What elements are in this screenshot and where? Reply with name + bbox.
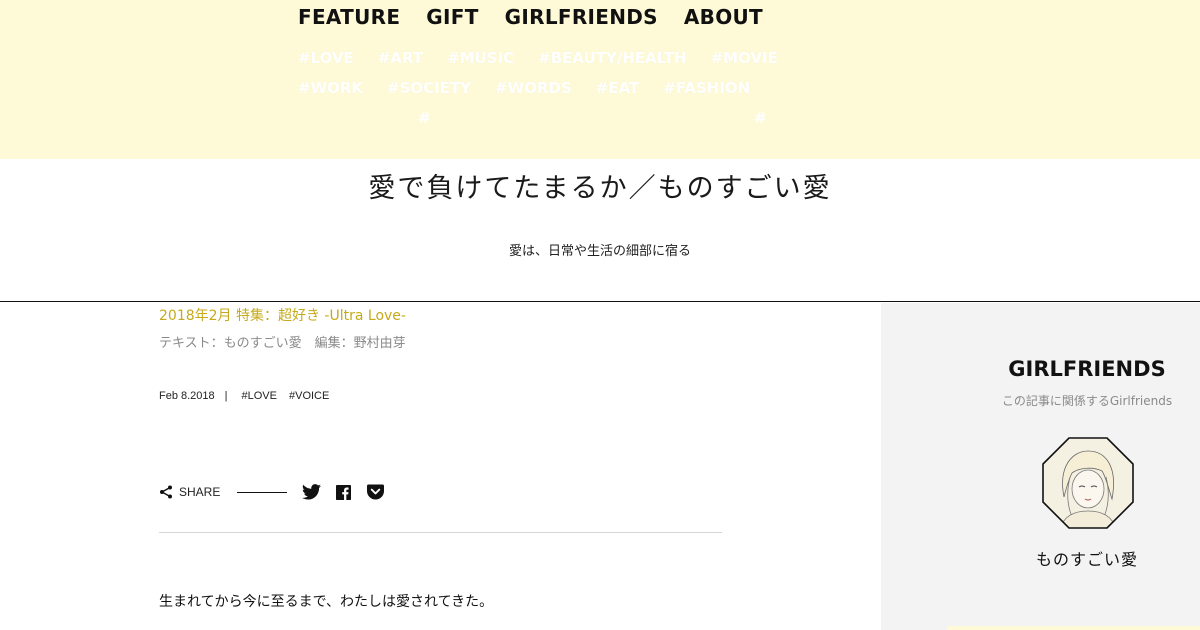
nav-gift[interactable]: GIFT: [426, 4, 478, 30]
pocket-icon: [366, 484, 384, 500]
share-icon: [160, 485, 172, 499]
nav-girlfriends[interactable]: GIRLFRIENDS: [505, 4, 658, 30]
sidebar-subtitle: この記事に関係するGirlfriends: [1001, 394, 1173, 408]
facebook-icon: [335, 484, 351, 500]
article-tag-voice[interactable]: #VOICE: [289, 390, 329, 402]
avatar[interactable]: [1042, 437, 1134, 529]
tag-link-society[interactable]: #SOCIETY: [387, 79, 471, 97]
tag-link-hash-left[interactable]: #: [418, 109, 431, 127]
tag-link-eat[interactable]: #EAT: [596, 79, 640, 97]
girlfriend-name[interactable]: ものすごい愛: [881, 546, 1200, 570]
article-credits: テキスト：ものすごい愛 編集：野村由芽: [159, 336, 406, 351]
facebook-share-button[interactable]: [333, 482, 353, 502]
main-nav: FEATURE GIFT GIRLFRIENDS ABOUT: [298, 4, 763, 30]
tag-link-words[interactable]: #WORDS: [495, 79, 572, 97]
tag-nav-row-2: #WORK #SOCIETY #WORDS #EAT #FASHION: [298, 79, 750, 97]
tag-link-music[interactable]: #MUSIC: [447, 49, 514, 67]
sidebar-title: GIRLFRIENDS: [1008, 357, 1166, 381]
share-divider-line: [237, 491, 288, 493]
share-label: SHARE: [179, 485, 221, 499]
girlfriends-sidebar: GIRLFRIENDS この記事に関係するGirlfriends ものすごい愛: [881, 303, 1200, 630]
nav-about[interactable]: ABOUT: [684, 4, 763, 30]
article-divider: [159, 532, 722, 533]
tag-nav-row-1: #LOVE #ART #MUSIC #BEAUTY/HEALTH #MOVIE: [298, 49, 778, 67]
tag-link-love[interactable]: #LOVE: [298, 49, 354, 67]
article-date: Feb 8.2018: [159, 390, 215, 402]
pocket-share-button[interactable]: [365, 482, 385, 502]
sidebar-footer-strip: [947, 626, 1200, 630]
tag-link-beauty-health[interactable]: #BEAUTY/HEALTH: [538, 49, 686, 67]
twitter-share-button[interactable]: [301, 482, 321, 502]
share-bar: SHARE: [159, 482, 397, 502]
tag-link-art[interactable]: #ART: [378, 49, 423, 67]
tag-link-movie[interactable]: #MOVIE: [711, 49, 778, 67]
tag-link-fashion[interactable]: #FASHION: [663, 79, 750, 97]
top-nav-band: FEATURE GIFT GIRLFRIENDS ABOUT #LOVE #AR…: [0, 0, 1200, 159]
twitter-icon: [301, 484, 321, 500]
tag-link-work[interactable]: #WORK: [298, 79, 363, 97]
site-logo[interactable]: 愛で負けてたまるか／ものすごい愛: [0, 166, 1200, 205]
article-meta: Feb 8.2018 | #LOVE #VOICE: [159, 390, 341, 402]
article-tag-love[interactable]: #LOVE: [242, 390, 277, 402]
site-tagline: 愛は、日常や生活の細部に宿る: [508, 244, 691, 259]
header-divider: [0, 301, 1200, 302]
feature-link[interactable]: 2018年2月 特集：超好き -Ultra Love-: [159, 305, 406, 325]
nav-feature[interactable]: FEATURE: [298, 4, 400, 30]
article-body-paragraph: 生まれてから今に至るまで、わたしは愛されてきた。: [159, 594, 494, 610]
tag-link-hash-right[interactable]: #: [754, 109, 767, 127]
meta-separator: |: [224, 390, 228, 402]
